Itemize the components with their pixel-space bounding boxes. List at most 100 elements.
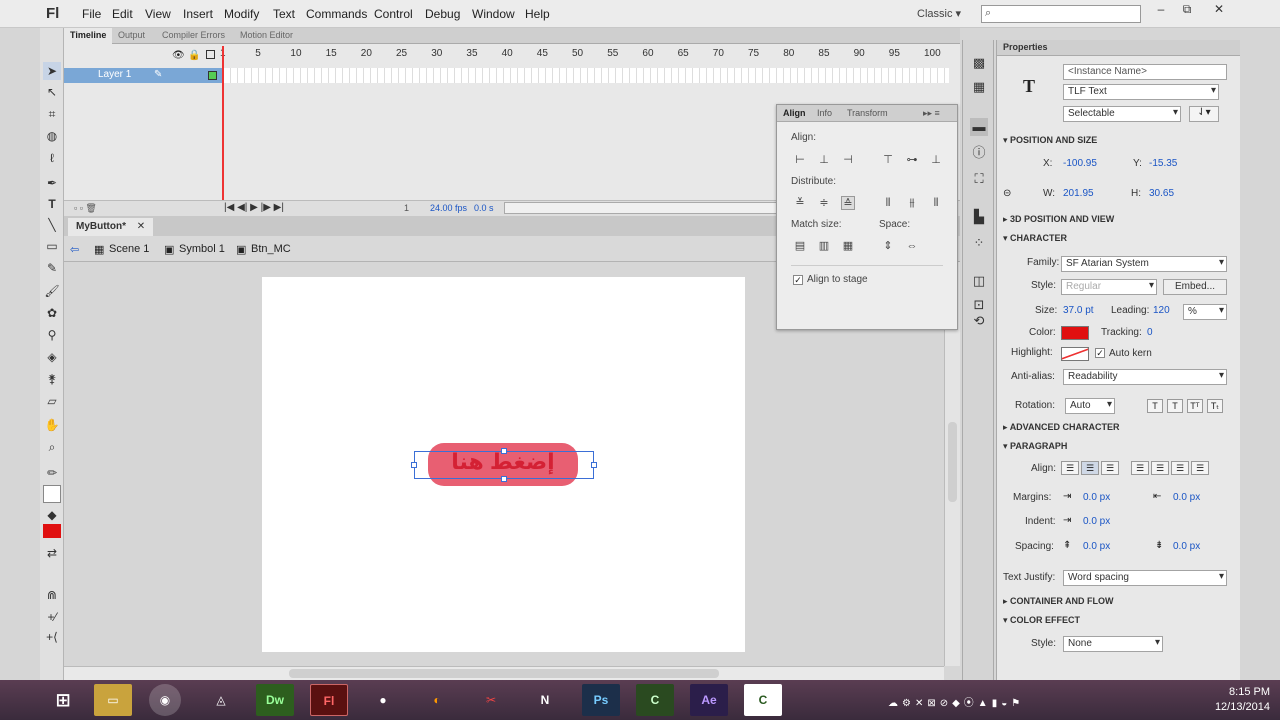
align-hcenter-icon[interactable]: ⊥: [817, 153, 831, 167]
motion-presets-icon[interactable]: ⁘: [970, 234, 988, 252]
justify-all-icon[interactable]: ☰: [1191, 461, 1209, 475]
menu-debug[interactable]: Debug: [425, 7, 460, 21]
transform-icon[interactable]: ⛶: [970, 170, 988, 188]
tab-transform[interactable]: Transform: [847, 108, 888, 118]
toggle-bold-icon[interactable]: T: [1147, 399, 1163, 413]
justify-right-icon[interactable]: ☰: [1171, 461, 1189, 475]
pen-tool-icon[interactable]: ✒: [43, 174, 61, 192]
match-height-icon[interactable]: ▥: [817, 239, 831, 253]
fill-color-icon[interactable]: ◆: [43, 506, 61, 524]
match-width-icon[interactable]: ▤: [793, 239, 807, 253]
tracking-value[interactable]: 0: [1147, 327, 1153, 338]
menu-help[interactable]: Help: [525, 7, 550, 21]
section-character[interactable]: ▾ CHARACTER: [1003, 233, 1067, 244]
straighten-icon[interactable]: +⟨: [43, 628, 61, 646]
subscript-icon[interactable]: Tₜ: [1207, 399, 1223, 413]
menu-modify[interactable]: Modify: [224, 7, 259, 21]
clock[interactable]: 8:15 PM 12/13/2014: [1215, 685, 1270, 715]
chrome-icon[interactable]: ◉: [149, 684, 181, 716]
tab-output[interactable]: Output: [112, 28, 151, 44]
orientation-icon[interactable]: ⇃▾: [1189, 106, 1219, 122]
crumb-scene[interactable]: Scene 1: [109, 243, 149, 255]
tab-timeline[interactable]: Timeline: [64, 28, 113, 44]
margin-left-value[interactable]: 0.0 px: [1083, 492, 1110, 503]
text-tool-icon[interactable]: T: [43, 195, 61, 213]
size-value[interactable]: 37.0 pt: [1063, 305, 1094, 316]
components-icon[interactable]: ◫: [970, 272, 988, 290]
justify-center-icon[interactable]: ☰: [1151, 461, 1169, 475]
camtasia-recorder-icon[interactable]: C: [744, 684, 782, 716]
subselection-tool-icon[interactable]: ↖: [43, 83, 61, 101]
hand-tool-icon[interactable]: ✋: [43, 416, 61, 434]
margin-right-value[interactable]: 0.0 px: [1173, 492, 1200, 503]
scroll-thumb[interactable]: [948, 422, 957, 502]
distribute-right-icon[interactable]: ⫴: [929, 196, 943, 210]
stroke-color-icon[interactable]: ✏: [43, 464, 61, 482]
menu-control[interactable]: Control: [374, 7, 413, 21]
space-after-value[interactable]: 0.0 px: [1173, 541, 1200, 552]
resize-handle[interactable]: [411, 462, 417, 468]
tab-compiler-errors[interactable]: Compiler Errors: [156, 28, 231, 44]
highlight-swatch[interactable]: [1061, 347, 1089, 361]
app-icon-red[interactable]: ✂: [472, 684, 510, 716]
horizontal-scrollbar[interactable]: [64, 666, 944, 680]
new-layer-icon[interactable]: ▫ ▫ 🗑: [74, 203, 97, 214]
text-color-swatch[interactable]: [1061, 326, 1089, 340]
swatches-icon[interactable]: ▦: [970, 78, 988, 96]
eraser-icon[interactable]: ▱: [43, 392, 61, 410]
font-style-select[interactable]: Regular: [1061, 279, 1157, 295]
outline-icon[interactable]: [206, 50, 215, 59]
y-value[interactable]: -15.35: [1149, 158, 1177, 169]
info-icon[interactable]: ⓘ: [970, 144, 988, 162]
align-top-icon[interactable]: ⊤: [881, 153, 895, 167]
fps-value[interactable]: 24.00 fps: [430, 203, 467, 213]
stroke-swatch[interactable]: [43, 485, 61, 503]
x-value[interactable]: -100.95: [1063, 158, 1097, 169]
match-both-icon[interactable]: ▦: [841, 239, 855, 253]
menu-insert[interactable]: Insert: [183, 7, 213, 21]
system-tray-icon[interactable]: ☁⚙✕⊠⊘◆⦿▲▮◒⚑: [888, 694, 1024, 709]
library-icon[interactable]: ▙: [970, 208, 988, 226]
photoshop-icon[interactable]: Ps: [582, 684, 620, 716]
camtasia-icon[interactable]: C: [636, 684, 674, 716]
zoom-tool-icon[interactable]: ⌕: [43, 438, 61, 456]
font-family-select[interactable]: SF Atarian System: [1061, 256, 1227, 272]
eyedropper-icon[interactable]: ⚵: [43, 370, 61, 388]
menu-file[interactable]: File: [82, 7, 101, 21]
instance-name-field[interactable]: <Instance Name>: [1063, 64, 1227, 80]
scroll-thumb[interactable]: [289, 669, 719, 678]
minimize-button[interactable]: –: [1150, 2, 1172, 20]
section-3d-position[interactable]: ▸ 3D POSITION AND VIEW: [1003, 214, 1114, 225]
w-value[interactable]: 201.95: [1063, 188, 1094, 199]
close-icon[interactable]: ✕: [137, 221, 145, 232]
file-explorer-icon[interactable]: ▭: [94, 684, 132, 716]
layer-color-icon[interactable]: [208, 71, 217, 80]
snap-icon[interactable]: ⋒: [43, 586, 61, 604]
leading-unit-select[interactable]: %: [1183, 304, 1227, 320]
resize-handle[interactable]: [501, 476, 507, 482]
after-effects-icon[interactable]: Ae: [690, 684, 728, 716]
align-panel-icon[interactable]: ▬: [970, 118, 988, 136]
frame-cells[interactable]: [224, 68, 949, 83]
app-icon-blue[interactable]: ●: [364, 684, 402, 716]
embed-button[interactable]: Embed...: [1163, 279, 1227, 295]
toggle-underline-icon[interactable]: T: [1167, 399, 1183, 413]
paint-bucket-icon[interactable]: ◈: [43, 348, 61, 366]
time-value[interactable]: 0.0 s: [474, 203, 494, 213]
text-type-select[interactable]: Selectable: [1063, 106, 1181, 122]
space-vertical-icon[interactable]: ⇕: [881, 239, 895, 253]
start-button-icon[interactable]: ⊞: [44, 684, 82, 716]
smooth-icon[interactable]: +⁄: [43, 608, 61, 626]
restore-button[interactable]: ⧉: [1176, 2, 1198, 20]
pencil-icon[interactable]: ✎: [43, 259, 61, 277]
resize-handle[interactable]: [501, 448, 507, 454]
menu-text[interactable]: Text: [273, 7, 295, 21]
auto-kern-checkbox[interactable]: ✓: [1095, 348, 1105, 358]
menu-window[interactable]: Window: [472, 7, 515, 21]
space-horizontal-icon[interactable]: ⇔: [905, 239, 919, 253]
deco-tool-icon[interactable]: ✿: [43, 304, 61, 322]
align-left-text-icon[interactable]: ☰: [1061, 461, 1079, 475]
section-position-size[interactable]: ▾ POSITION AND SIZE: [1003, 135, 1097, 146]
align-right-icon[interactable]: ⊣: [841, 153, 855, 167]
indent-value[interactable]: 0.0 px: [1083, 516, 1110, 527]
